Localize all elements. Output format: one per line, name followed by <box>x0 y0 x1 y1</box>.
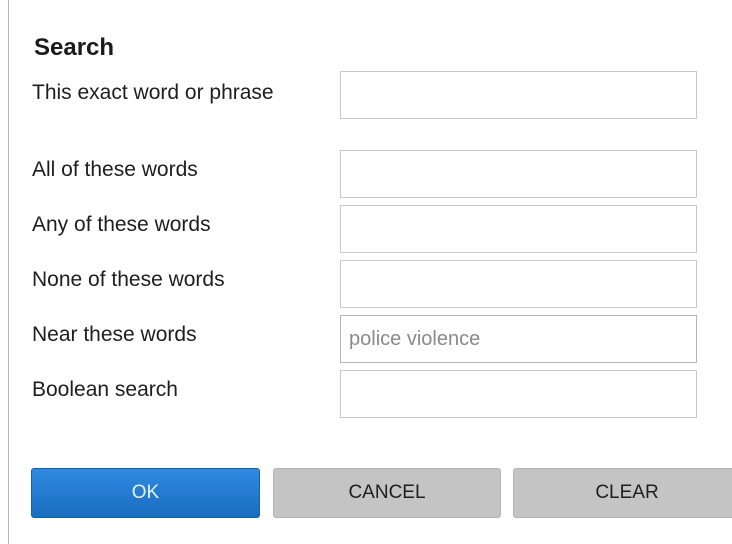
left-divider <box>8 0 9 544</box>
boolean-search-input[interactable] <box>340 370 697 418</box>
all-words-input[interactable] <box>340 150 697 198</box>
exact-phrase-label: This exact word or phrase <box>32 81 274 104</box>
clear-button[interactable]: CLEAR <box>513 468 732 518</box>
all-words-label: All of these words <box>32 158 198 181</box>
boolean-search-label: Boolean search <box>32 378 178 401</box>
dialog-title: Search <box>34 34 115 61</box>
near-words-input[interactable] <box>340 315 697 363</box>
none-words-label: None of these words <box>32 268 225 291</box>
exact-phrase-input[interactable] <box>340 71 697 119</box>
any-words-label: Any of these words <box>32 213 211 236</box>
ok-button[interactable]: OK <box>31 468 260 518</box>
search-dialog: Search This exact word or phrase All of … <box>0 0 732 544</box>
none-words-input[interactable] <box>340 260 697 308</box>
cancel-button[interactable]: CANCEL <box>273 468 501 518</box>
near-words-label: Near these words <box>32 323 197 346</box>
any-words-input[interactable] <box>340 205 697 253</box>
